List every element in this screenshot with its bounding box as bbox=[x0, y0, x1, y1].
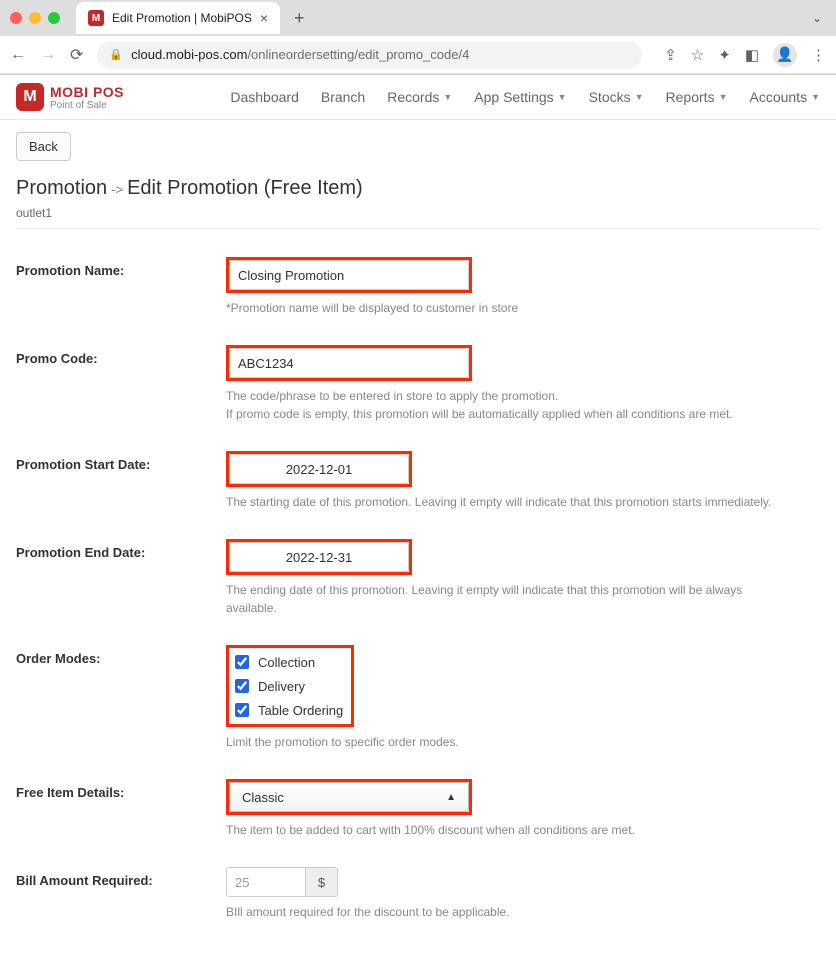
logo-subtitle: Point of Sale bbox=[50, 100, 124, 111]
outlet-name: outlet1 bbox=[16, 206, 820, 229]
nav-accounts[interactable]: Accounts▼ bbox=[749, 89, 820, 105]
back-icon[interactable]: ← bbox=[10, 46, 26, 64]
favicon-icon: M bbox=[88, 10, 104, 26]
help-end-date: The ending date of this promotion. Leavi… bbox=[226, 581, 786, 617]
bookmark-icon[interactable]: ☆ bbox=[691, 46, 704, 64]
nav-records[interactable]: Records▼ bbox=[387, 89, 452, 105]
caret-icon: ▼ bbox=[635, 92, 644, 102]
share-icon[interactable]: ⇪ bbox=[664, 46, 677, 64]
caret-icon: ▼ bbox=[719, 92, 728, 102]
order-mode-delivery[interactable]: Delivery bbox=[229, 674, 349, 698]
label-promotion-name: Promotion Name: bbox=[16, 257, 226, 278]
nav-stocks[interactable]: Stocks▼ bbox=[589, 89, 644, 105]
help-promotion-name: *Promotion name will be displayed to cus… bbox=[226, 299, 786, 317]
label-start-date: Promotion Start Date: bbox=[16, 451, 226, 472]
new-tab-button[interactable]: + bbox=[286, 8, 313, 29]
label-order-modes: Order Modes: bbox=[16, 645, 226, 666]
url-text: cloud.mobi-pos.com/onlineordersetting/ed… bbox=[131, 47, 469, 62]
caret-up-icon: ▲ bbox=[446, 792, 456, 803]
caret-icon: ▼ bbox=[558, 92, 567, 102]
reload-icon[interactable]: ⟳ bbox=[70, 45, 83, 65]
app-nav: M MOBI POS Point of Sale Dashboard Branc… bbox=[0, 75, 836, 120]
fullscreen-window-icon[interactable] bbox=[48, 12, 60, 24]
minimize-window-icon[interactable] bbox=[29, 12, 41, 24]
profile-avatar[interactable]: 👤 bbox=[773, 43, 797, 67]
logo-icon: M bbox=[16, 83, 44, 111]
nav-reports[interactable]: Reports▼ bbox=[666, 89, 728, 105]
checkbox-table[interactable] bbox=[235, 703, 249, 717]
checkbox-collection[interactable] bbox=[235, 655, 249, 669]
help-start-date: The starting date of this promotion. Lea… bbox=[226, 493, 786, 511]
page-title: Promotion->Edit Promotion (Free Item) bbox=[16, 161, 820, 206]
menu-icon[interactable]: ⋮ bbox=[811, 46, 826, 64]
promotion-name-input[interactable] bbox=[229, 260, 469, 290]
label-bill-amount: Bill Amount Required: bbox=[16, 867, 226, 888]
promo-code-input[interactable] bbox=[229, 348, 469, 378]
close-tab-icon[interactable]: × bbox=[260, 10, 268, 26]
lock-icon: 🔒 bbox=[109, 48, 123, 61]
order-mode-table[interactable]: Table Ordering bbox=[229, 698, 349, 722]
window-controls[interactable] bbox=[10, 12, 70, 24]
free-item-select[interactable]: Classic ▲ bbox=[229, 782, 469, 812]
close-window-icon[interactable] bbox=[10, 12, 22, 24]
tab-title: Edit Promotion | MobiPOS bbox=[112, 11, 252, 25]
caret-icon: ▼ bbox=[811, 92, 820, 102]
help-order-modes: Limit the promotion to specific order mo… bbox=[226, 733, 786, 751]
label-free-item: Free Item Details: bbox=[16, 779, 226, 800]
extensions-icon[interactable]: ✦ bbox=[718, 46, 731, 64]
start-date-input[interactable] bbox=[229, 454, 409, 484]
label-promo-code: Promo Code: bbox=[16, 345, 226, 366]
bill-amount-input[interactable] bbox=[226, 867, 306, 897]
help-free-item: The item to be added to cart with 100% d… bbox=[226, 821, 786, 839]
currency-addon: $ bbox=[306, 867, 338, 897]
order-mode-collection[interactable]: Collection bbox=[229, 650, 349, 674]
browser-tab[interactable]: M Edit Promotion | MobiPOS × bbox=[76, 2, 280, 34]
nav-branch[interactable]: Branch bbox=[321, 89, 365, 105]
help-bill-amount: BIll amount required for the discount to… bbox=[226, 903, 786, 921]
caret-icon: ▼ bbox=[443, 92, 452, 102]
logo-title: MOBI POS bbox=[50, 84, 124, 100]
panel-icon[interactable]: ◧ bbox=[745, 46, 759, 64]
address-bar[interactable]: 🔒 cloud.mobi-pos.com/onlineordersetting/… bbox=[97, 41, 642, 69]
nav-dashboard[interactable]: Dashboard bbox=[230, 89, 299, 105]
browser-chrome: M Edit Promotion | MobiPOS × + ⌄ ← → ⟳ 🔒… bbox=[0, 0, 836, 75]
checkbox-delivery[interactable] bbox=[235, 679, 249, 693]
app-logo[interactable]: M MOBI POS Point of Sale bbox=[16, 83, 124, 111]
end-date-input[interactable] bbox=[229, 542, 409, 572]
forward-icon: → bbox=[40, 46, 56, 64]
back-button[interactable]: Back bbox=[16, 132, 71, 161]
label-end-date: Promotion End Date: bbox=[16, 539, 226, 560]
nav-app-settings[interactable]: App Settings▼ bbox=[474, 89, 566, 105]
help-promo-code: The code/phrase to be entered in store t… bbox=[226, 387, 786, 423]
tabs-menu-icon[interactable]: ⌄ bbox=[812, 11, 836, 25]
